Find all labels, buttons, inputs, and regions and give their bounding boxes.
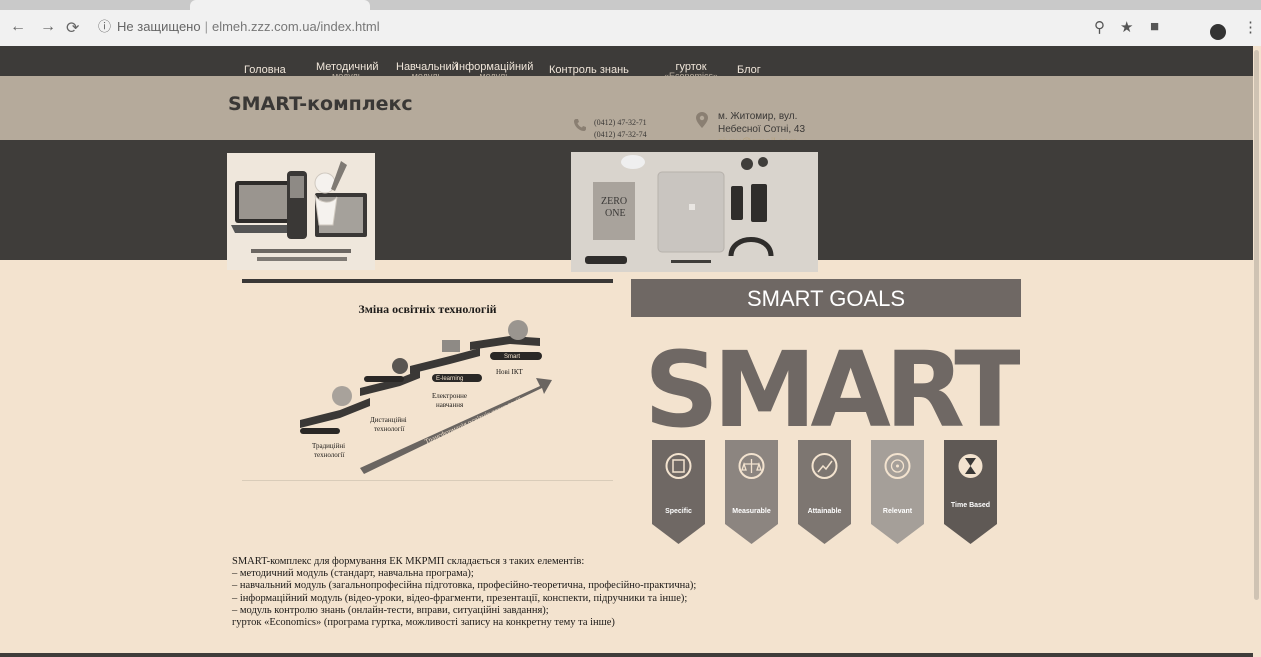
goal-card-time-based: Time Based xyxy=(944,440,997,544)
contact-address: м. Житомир, вул. Небесної Сотні, 43 xyxy=(718,111,806,135)
goal-label-time-based: Time Based xyxy=(950,502,991,509)
description-item: – методичний модуль (стандарт, навчальна… xyxy=(232,568,474,580)
phone-1: (0412) 47-32-71 xyxy=(594,118,647,127)
url-text: elmeh.zzz.com.ua/index.html xyxy=(211,19,380,34)
diagram-step-distance: Дистанційні технології xyxy=(370,416,407,433)
tab-strip xyxy=(0,0,1261,10)
svg-text:ZERO: ZERO xyxy=(601,196,627,207)
goal-label-measurable: Measurable xyxy=(732,508,771,515)
diagram-step-elearning: Електронне навчання xyxy=(432,392,467,409)
goal-card-measurable: Measurable xyxy=(725,440,778,544)
hero-image-desk-flatlay: ZERO ONE xyxy=(571,152,818,272)
browser-chrome: ← → ⟳ ⓘ Не защищено | elmeh.zzz.com.ua/inde… xyxy=(0,0,1261,46)
nav-item-home[interactable]: Головна xyxy=(244,64,286,76)
devices-illustration xyxy=(227,153,375,270)
address-bar[interactable]: ⓘ Не защищено | elmeh.zzz.com.ua/index.html xyxy=(88,14,1088,40)
zoom-icon[interactable]: ⚲ xyxy=(1094,18,1105,36)
description-item: – навчальний модуль (загальнопрофесійна … xyxy=(232,580,697,592)
goal-label-specific: Specific xyxy=(665,508,692,515)
site-brand[interactable]: SMART-комплекс xyxy=(228,93,413,115)
back-icon[interactable]: ← xyxy=(10,18,26,36)
footer-bar xyxy=(0,653,1261,657)
site-nav xyxy=(0,46,1261,76)
scrollbar-thumb[interactable] xyxy=(1254,50,1259,600)
goal-card-attainable: Attainable xyxy=(798,440,851,544)
section-divider xyxy=(242,279,613,283)
goal-card-relevant: Relevant xyxy=(871,440,924,544)
active-tab[interactable] xyxy=(190,0,370,10)
smart-complex-description: SMART-комплекс для формування ЕК МКРМП с… xyxy=(232,556,1012,629)
description-item: – модуль контролю знань (онлайн-тести, в… xyxy=(232,604,549,616)
info-icon[interactable]: ⓘ xyxy=(98,14,111,40)
nav-item-knowledge-control[interactable]: Контроль знань xyxy=(549,64,629,76)
description-outro: гурток «Economics» (програма гуртка, мож… xyxy=(232,617,615,629)
menu-icon[interactable]: ⋮ xyxy=(1243,18,1258,36)
description-intro: SMART-комплекс для формування ЕК МКРМП с… xyxy=(232,556,585,567)
extension-icon[interactable]: ■ xyxy=(1150,18,1159,35)
section-bottom-divider xyxy=(242,480,613,481)
goal-label-attainable: Attainable xyxy=(807,508,842,515)
goal-label-relevant: Relevant xyxy=(882,508,913,515)
svg-text:ONE: ONE xyxy=(605,208,626,219)
browser-toolbar: ← → ⟳ ⓘ Не защищено | elmeh.zzz.com.ua/inde… xyxy=(0,10,1261,46)
location-pin-icon xyxy=(696,112,708,128)
goal-card-specific: Specific xyxy=(652,440,705,544)
bookmark-star-icon[interactable]: ★ xyxy=(1120,18,1133,36)
description-item: – інформаційний модуль (відео-уроки, від… xyxy=(232,592,688,604)
security-label: Не защищено xyxy=(117,19,201,34)
forward-icon[interactable]: → xyxy=(40,18,56,36)
diagram-tag-smart: Smart xyxy=(504,354,520,360)
svg-text:SMART: SMART xyxy=(644,329,1020,438)
reload-icon[interactable]: ⟳ xyxy=(66,18,79,38)
diagram-step-traditional: Традиційні технології xyxy=(312,442,345,459)
smart-big-word: SMART xyxy=(644,329,1020,438)
smart-goals-header: SMART GOALS xyxy=(631,279,1021,317)
desk-flatlay-illustration: ZERO ONE xyxy=(571,152,818,272)
diagram-step-new-ict: Нові ІКТ xyxy=(496,368,524,376)
profile-avatar[interactable] xyxy=(1210,24,1226,40)
nav-item-blog[interactable]: Блог xyxy=(737,64,761,76)
contact-phones: (0412) 47-32-71 (0412) 47-32-74 xyxy=(594,117,647,141)
edu-section-title: Зміна освітніх технологій xyxy=(358,302,497,316)
separator: | xyxy=(204,19,208,34)
edu-tech-diagram: Трансформація освітніх технологій Традиц… xyxy=(300,320,552,474)
phone-icon xyxy=(574,119,586,131)
diagram-tag-elearning: E-learning xyxy=(436,376,463,382)
hero-image-devices xyxy=(227,153,375,270)
